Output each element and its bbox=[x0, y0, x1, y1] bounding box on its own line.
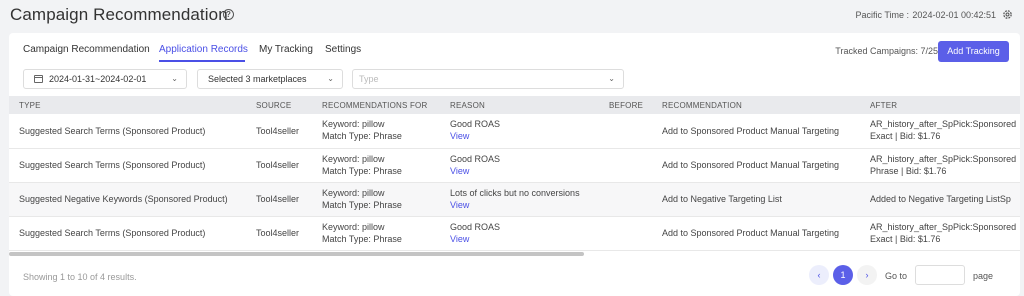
cell-recommendation: Add to Sponsored Product Manual Targetin… bbox=[652, 148, 860, 183]
cell-recommendation: Add to Sponsored Product Manual Targetin… bbox=[652, 114, 860, 149]
tab-settings[interactable]: Settings bbox=[325, 44, 361, 55]
after-line-2: Exact | Bid: $1.76 bbox=[870, 131, 941, 141]
tab-campaign-recommendation[interactable]: Campaign Recommendation bbox=[23, 44, 150, 55]
cell-type: Suggested Search Terms (Sponsored Produc… bbox=[9, 114, 246, 149]
cell-reason: Good ROAS View bbox=[440, 114, 599, 149]
table-row: Suggested Search Terms (Sponsored Produc… bbox=[9, 148, 1020, 183]
timezone-label: Pacific Time : bbox=[855, 10, 909, 20]
table-row: Suggested Search Terms (Sponsored Produc… bbox=[9, 216, 1020, 251]
content-card: Campaign Recommendation Application Reco… bbox=[9, 33, 1020, 296]
after-line-1: AR_history_after_SpPick:Sponsored bbox=[870, 119, 1017, 129]
cell-after: AR_history_after_SpPick:Sponsored Phrase … bbox=[860, 148, 1020, 183]
type-select[interactable]: Type ⌄ bbox=[352, 69, 624, 89]
cell-source: Tool4seller bbox=[246, 148, 312, 183]
reason-text: Good ROAS bbox=[450, 119, 501, 129]
match-type-text: Match Type: Phrase bbox=[322, 165, 402, 176]
records-table[interactable]: TYPE SOURCE RECOMMENDATIONS FOR REASON B… bbox=[9, 96, 1020, 256]
after-line-2: Phrase | Bid: $1.76 bbox=[870, 165, 947, 176]
next-page-button[interactable]: › bbox=[857, 265, 877, 285]
chevron-down-icon: ⌄ bbox=[608, 74, 615, 83]
marketplace-select[interactable]: Selected 3 marketplaces ⌄ bbox=[197, 69, 343, 89]
type-placeholder: Type bbox=[359, 74, 379, 84]
page-title: Campaign Recommendation bbox=[10, 5, 228, 24]
active-tab-indicator bbox=[159, 60, 245, 62]
column-header-recommendations-for: RECOMMENDATIONS FOR bbox=[312, 96, 440, 114]
reason-text: Good ROAS bbox=[450, 221, 501, 232]
cell-after: AR_history_after_SpPick:Sponsored Exact |… bbox=[860, 114, 1020, 149]
after-line-1: AR_history_after_SpPick:Sponsored bbox=[870, 153, 1017, 164]
column-header-type: TYPE bbox=[9, 96, 246, 114]
reason-text: Lots of clicks but no conversions bbox=[450, 187, 580, 198]
keyword-text: Keyword: pillow bbox=[322, 119, 385, 129]
after-line-2: Exact | Bid: $1.76 bbox=[870, 233, 941, 244]
table-row: Suggested Negative Keywords (Sponsored P… bbox=[9, 182, 1020, 217]
table-row: Suggested Search Terms (Sponsored Produc… bbox=[9, 114, 1020, 149]
column-header-recommendation: RECOMMENDATION bbox=[652, 96, 860, 114]
cell-before bbox=[599, 148, 652, 183]
column-header-before: BEFORE bbox=[599, 96, 652, 114]
table-header-row: TYPE SOURCE RECOMMENDATIONS FOR REASON B… bbox=[9, 96, 1020, 114]
cell-reason: Lots of clicks but no conversions View bbox=[440, 182, 599, 217]
page-header: Campaign Recommendation ? Pacific Time :… bbox=[0, 0, 1024, 32]
match-type-text: Match Type: Phrase bbox=[322, 233, 402, 244]
chevron-down-icon: ⌄ bbox=[327, 74, 334, 83]
gear-icon[interactable] bbox=[1002, 9, 1013, 20]
cell-source: Tool4seller bbox=[246, 182, 312, 217]
results-summary: Showing 1 to 10 of 4 results. bbox=[23, 272, 137, 282]
current-page-button[interactable]: 1 bbox=[833, 265, 853, 285]
cell-after: Added to Negative Targeting ListSp bbox=[860, 182, 1020, 217]
tracked-campaigns-count: Tracked Campaigns: 7/25 bbox=[835, 46, 938, 56]
cell-source: Tool4seller bbox=[246, 114, 312, 149]
cell-recommendations-for: Keyword: pillow Match Type: Phrase bbox=[312, 182, 440, 217]
cell-reason: Good ROAS View bbox=[440, 216, 599, 251]
cell-type: Suggested Negative Keywords (Sponsored P… bbox=[9, 182, 246, 217]
goto-page-input[interactable] bbox=[915, 265, 965, 285]
cell-recommendations-for: Keyword: pillow Match Type: Phrase bbox=[312, 216, 440, 251]
cell-recommendations-for: Keyword: pillow Match Type: Phrase bbox=[312, 114, 440, 149]
column-header-after: AFTER bbox=[860, 96, 1020, 114]
column-header-reason: REASON bbox=[440, 96, 599, 114]
marketplace-value: Selected 3 marketplaces bbox=[208, 74, 307, 84]
keyword-text: Keyword: pillow bbox=[322, 221, 385, 232]
view-link[interactable]: View bbox=[450, 130, 599, 142]
cell-type: Suggested Search Terms (Sponsored Produc… bbox=[9, 216, 246, 251]
date-range-picker[interactable]: 2024-01-31~2024-02-01 ⌄ bbox=[23, 69, 187, 89]
page-label: page bbox=[973, 271, 994, 281]
add-tracking-button[interactable]: Add Tracking bbox=[938, 41, 1009, 62]
calendar-icon bbox=[34, 75, 43, 83]
cell-source: Tool4seller bbox=[246, 216, 312, 251]
cell-before bbox=[599, 114, 652, 149]
prev-page-button[interactable]: ‹ bbox=[809, 265, 829, 285]
keyword-text: Keyword: pillow bbox=[322, 187, 385, 198]
cell-before bbox=[599, 182, 652, 217]
match-type-text: Match Type: Phrase bbox=[322, 131, 402, 141]
tab-application-records[interactable]: Application Records bbox=[159, 44, 248, 55]
cell-recommendations-for: Keyword: pillow Match Type: Phrase bbox=[312, 148, 440, 183]
cell-after: AR_history_after_SpPick:Sponsored Exact |… bbox=[860, 216, 1020, 251]
after-line-1: Added to Negative Targeting ListSp bbox=[870, 194, 1011, 204]
tab-bar: Campaign Recommendation Application Reco… bbox=[9, 33, 609, 63]
help-icon[interactable]: ? bbox=[223, 9, 234, 20]
chevron-down-icon: ⌄ bbox=[171, 74, 178, 83]
match-type-text: Match Type: Phrase bbox=[322, 199, 402, 210]
timezone-time: 2024-02-01 00:42:51 bbox=[912, 10, 996, 20]
view-link[interactable]: View bbox=[450, 165, 599, 177]
view-link[interactable]: View bbox=[450, 233, 599, 245]
cell-reason: Good ROAS View bbox=[440, 148, 599, 183]
after-line-1: AR_history_after_SpPick:Sponsored bbox=[870, 221, 1017, 232]
cell-before bbox=[599, 216, 652, 251]
column-header-source: SOURCE bbox=[246, 96, 312, 114]
reason-text: Good ROAS bbox=[450, 153, 501, 164]
keyword-text: Keyword: pillow bbox=[322, 153, 385, 164]
tab-my-tracking[interactable]: My Tracking bbox=[259, 44, 313, 55]
cell-recommendation: Add to Sponsored Product Manual Targetin… bbox=[652, 216, 860, 251]
cell-type: Suggested Search Terms (Sponsored Produc… bbox=[9, 148, 246, 183]
view-link[interactable]: View bbox=[450, 199, 599, 211]
cell-recommendation: Add to Negative Targeting List bbox=[652, 182, 860, 217]
goto-label: Go to bbox=[885, 271, 908, 281]
horizontal-scrollbar[interactable] bbox=[9, 252, 584, 256]
date-range-value: 2024-01-31~2024-02-01 bbox=[49, 74, 147, 84]
